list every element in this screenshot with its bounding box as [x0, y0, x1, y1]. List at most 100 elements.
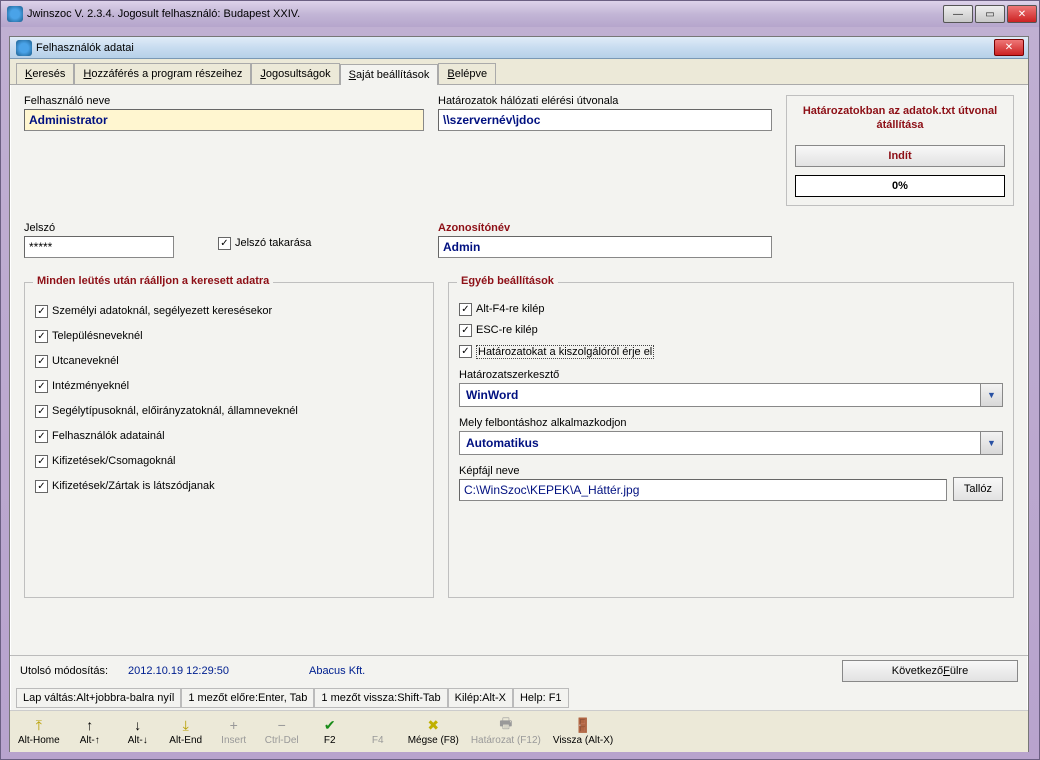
- toolbar-icon: 🖶: [499, 717, 512, 733]
- inner-title: Felhasználók adatai: [36, 42, 990, 54]
- check-icon: ✓: [218, 237, 231, 250]
- check-icon: ✓: [35, 330, 48, 343]
- next-tab-button[interactable]: Következő Fülre: [842, 660, 1018, 682]
- status-row: Utolsó módosítás: 2012.10.19 12:29:50 Ab…: [10, 655, 1028, 686]
- inner-titlebar[interactable]: Felhasználók adatai ✕: [10, 37, 1028, 59]
- tab-sajat-beallitasok[interactable]: Saját beállítások: [340, 64, 439, 85]
- password-label: Jelszó: [24, 222, 204, 234]
- inner-window: Felhasználók adatai ✕ Keresés Hozzáférés…: [9, 36, 1029, 752]
- toolbtn-10[interactable]: 🚪Vissza (Alt-X): [549, 715, 617, 748]
- app-icon: [7, 6, 23, 22]
- toolbar-icon: ✔: [324, 717, 336, 733]
- toolbtn-8[interactable]: ✖Mégse (F8): [404, 715, 463, 748]
- toolbar-icon: ✖: [427, 717, 439, 733]
- check-icon: ✓: [459, 303, 472, 316]
- check-icon: ✓: [459, 345, 472, 358]
- check-icon: ✓: [35, 380, 48, 393]
- resolution-label: Mely felbontáshoz alkalmazkodjon: [459, 417, 1003, 429]
- tab-jogosultsagok[interactable]: Jogosultságok: [251, 63, 339, 84]
- cb-g1-2[interactable]: ✓Utcaneveknél: [35, 349, 423, 374]
- inner-close-button[interactable]: ✕: [994, 39, 1024, 56]
- close-button[interactable]: ✕: [1007, 5, 1037, 23]
- toolbtn-1[interactable]: ↑Alt-↑: [68, 715, 112, 748]
- hint-cell: 1 mezőt vissza:Shift-Tab: [314, 688, 447, 708]
- check-icon: ✓: [35, 355, 48, 368]
- netpath-input[interactable]: \\szervernév\jdoc: [438, 109, 772, 131]
- progress-display: 0%: [795, 175, 1005, 197]
- group2-title: Egyéb beállítások: [457, 275, 558, 287]
- check-icon: ✓: [35, 305, 48, 318]
- outer-titlebar[interactable]: Jwinszoc V. 2.3.4. Jogosult felhasználó:…: [1, 1, 1039, 27]
- cb-g1-4[interactable]: ✓Segélytípusoknál, előirányzatoknál, áll…: [35, 399, 423, 424]
- content: Felhasználó neve Administrator Határozat…: [10, 85, 1028, 655]
- sidepanel-title: Határozatokban az adatok.txt útvonal átá…: [795, 104, 1005, 133]
- toolbar-icon: ↓: [134, 717, 141, 733]
- toolbtn-3[interactable]: ⤓Alt-End: [164, 715, 208, 748]
- toolbtn-4: +Insert: [212, 715, 256, 748]
- toolbtn-7: F4: [356, 715, 400, 748]
- password-input[interactable]: *****: [24, 236, 174, 258]
- outer-title: Jwinszoc V. 2.3.4. Jogosult felhasználó:…: [27, 8, 939, 20]
- chevron-down-icon: ▼: [980, 432, 1002, 454]
- check-icon: ✓: [459, 324, 472, 337]
- maximize-button[interactable]: ▭: [975, 5, 1005, 23]
- toolbtn-9: 🖶Határozat (F12): [467, 715, 545, 748]
- check-icon: ✓: [35, 455, 48, 468]
- chevron-down-icon: ▼: [980, 384, 1002, 406]
- cb-g1-1[interactable]: ✓Településneveknél: [35, 324, 423, 349]
- toolbar-icon: +: [230, 717, 238, 733]
- toolbtn-6[interactable]: ✔F2: [308, 715, 352, 748]
- group1-title: Minden leütés után ráálljon a keresett a…: [33, 275, 273, 287]
- image-label: Képfájl neve: [459, 465, 947, 477]
- username-input[interactable]: Administrator: [24, 109, 424, 131]
- inner-app-icon: [16, 40, 32, 56]
- browse-button[interactable]: Tallóz: [953, 477, 1003, 501]
- netpath-label: Határozatok hálózati elérési útvonala: [438, 95, 772, 107]
- editor-label: Határozatszerkesztő: [459, 369, 1003, 381]
- hint-cell: Help: F1: [513, 688, 569, 708]
- toolbar-icon: ⤒: [36, 717, 42, 733]
- outer-window: Jwinszoc V. 2.3.4. Jogosult felhasználó:…: [0, 0, 1040, 760]
- username-label: Felhasználó neve: [24, 95, 424, 107]
- tabs: Keresés Hozzáférés a program részeihez J…: [10, 59, 1028, 85]
- tab-hozzaferes[interactable]: Hozzáférés a program részeihez: [74, 63, 251, 84]
- editor-dropdown[interactable]: WinWord ▼: [459, 383, 1003, 407]
- toolbtn-5: −Ctrl-Del: [260, 715, 304, 748]
- tab-kereses[interactable]: Keresés: [16, 63, 74, 84]
- toolbar-icon: 🚪: [574, 717, 591, 733]
- cb-g1-3[interactable]: ✓Intézményeknél: [35, 374, 423, 399]
- idname-label: Azonosítónév: [438, 222, 772, 234]
- group-other-settings: Egyéb beállítások ✓Alt-F4-re kilép ✓ESC-…: [448, 282, 1014, 598]
- toolbar-icon: ↑: [86, 717, 93, 733]
- hint-cell: 1 mezőt előre:Enter, Tab: [181, 688, 314, 708]
- toolbar: ⤒Alt-Home↑Alt-↑↓Alt-↓⤓Alt-End+Insert−Ctr…: [10, 710, 1028, 752]
- lastmod-label: Utolsó módosítás:: [20, 665, 108, 677]
- check-icon: ✓: [35, 430, 48, 443]
- check-icon: ✓: [35, 405, 48, 418]
- idname-input[interactable]: Admin: [438, 236, 772, 258]
- company-name: Abacus Kft.: [309, 665, 365, 677]
- hide-password-checkbox[interactable]: ✓ Jelszó takarása: [218, 233, 311, 254]
- check-icon: ✓: [35, 480, 48, 493]
- resolution-dropdown[interactable]: Automatikus ▼: [459, 431, 1003, 455]
- toolbar-icon: ⤓: [183, 717, 189, 733]
- indit-button[interactable]: Indít: [795, 145, 1005, 167]
- hint-cell: Lap váltás:Alt+jobbra-balra nyíl: [16, 688, 181, 708]
- toolbar-icon: −: [278, 717, 286, 733]
- cb-server[interactable]: ✓Határozatokat a kiszolgálóról érje el: [459, 341, 1003, 363]
- group-keystroke-settings: Minden leütés után ráálljon a keresett a…: [24, 282, 434, 598]
- hint-cell: Kilép:Alt-X: [448, 688, 513, 708]
- cb-g1-0[interactable]: ✓Személyi adatoknál, segélyezett keresés…: [35, 299, 423, 324]
- cb-esc[interactable]: ✓ESC-re kilép: [459, 320, 1003, 341]
- cb-g1-5[interactable]: ✓Felhasználók adatainál: [35, 424, 423, 449]
- tab-belepve[interactable]: Belépve: [438, 63, 496, 84]
- toolbtn-0[interactable]: ⤒Alt-Home: [14, 715, 64, 748]
- lastmod-value: 2012.10.19 12:29:50: [128, 665, 229, 677]
- cb-g1-7[interactable]: ✓Kifizetések/Zártak is látszódjanak: [35, 474, 423, 499]
- hint-row: Lap váltás:Alt+jobbra-balra nyíl 1 mezőt…: [10, 686, 1028, 710]
- image-path-input[interactable]: C:\WinSzoc\KEPEK\A_Háttér.jpg: [459, 479, 947, 501]
- minimize-button[interactable]: —: [943, 5, 973, 23]
- toolbtn-2[interactable]: ↓Alt-↓: [116, 715, 160, 748]
- cb-g1-6[interactable]: ✓Kifizetések/Csomagoknál: [35, 449, 423, 474]
- cb-altf4[interactable]: ✓Alt-F4-re kilép: [459, 299, 1003, 320]
